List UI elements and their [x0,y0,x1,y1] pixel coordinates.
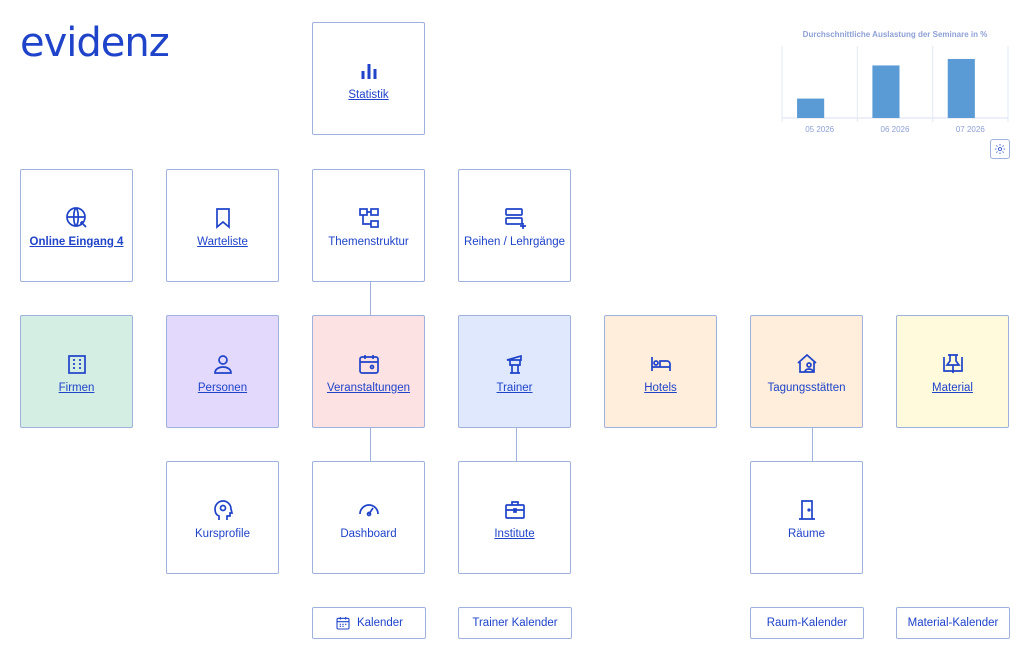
tile-material[interactable]: Material [896,315,1009,428]
chart-settings-button[interactable] [990,139,1010,159]
lectern-icon [503,352,527,376]
hierarchy-icon [357,206,381,230]
briefcase-icon [503,498,527,522]
tile-label: Dashboard [340,527,397,540]
pin-board-icon [941,352,965,376]
tile-label: Tagungsstätten [767,381,846,394]
tile-label: Räume [787,527,826,540]
tile-label: Material [932,381,973,394]
tile-raeume[interactable]: Räume [750,461,863,574]
connector-line [370,428,371,461]
tile-label: Trainer [496,381,533,394]
tile-reihen-lehrgaenge[interactable]: Reihen / Lehrgänge [458,169,571,282]
raum-kalender-label: Raum-Kalender [766,617,848,629]
connector-line [812,428,813,461]
chart-bar [872,65,900,118]
bed-icon [649,352,673,376]
raum-kalender-button[interactable]: Raum-Kalender [750,607,864,639]
tile-label: Warteliste [197,235,248,248]
evidenz-logo: evidenz [20,20,170,66]
house-person-icon [795,352,819,376]
head-profile-icon [211,498,235,522]
material-kalender-label: Material-Kalender [907,617,999,629]
trainer-kalender-label: Trainer Kalender [472,617,558,629]
door-icon [795,498,819,522]
tile-dashboard[interactable]: Dashboard [312,461,425,574]
tile-label: Reihen / Lehrgänge [463,235,566,248]
tile-warteliste[interactable]: Warteliste [166,169,279,282]
bookmark-icon [211,206,235,230]
tile-institute[interactable]: Institute [458,461,571,574]
tile-label: Firmen [58,381,95,394]
seminar-utilization-chart: Durchschnittliche Auslastung der Seminar… [780,26,1010,138]
connector-line [516,428,517,461]
gear-icon [995,144,1005,154]
tile-veranstaltungen[interactable]: Veranstaltungen [312,315,425,428]
tile-trainer[interactable]: Trainer [458,315,571,428]
tile-themenstruktur[interactable]: Themenstruktur [312,169,425,282]
chart-bar [947,58,975,118]
building-icon [65,352,89,376]
tile-statistik[interactable]: Statistik [312,22,425,135]
tile-label: Statistik [348,88,389,101]
chart-bar [797,98,825,118]
connector-line [370,282,371,315]
person-icon [211,352,235,376]
tile-label: Themenstruktur [328,235,409,248]
calendar-icon [357,352,381,376]
bar-chart-icon [357,59,381,83]
chart-tick-label: 05 2026 [805,125,834,134]
list-add-icon [503,206,527,230]
chart-title: Durchschnittliche Auslastung der Seminar… [802,30,988,39]
tile-label: Institute [494,527,535,540]
tile-online-eingang[interactable]: Online Eingang 4 [20,169,133,282]
chart-svg: 05 2026 06 2026 07 2026 [781,46,1009,134]
chart-tick-label: 06 2026 [881,125,910,134]
tile-hotels[interactable]: Hotels [604,315,717,428]
trainer-kalender-button[interactable]: Trainer Kalender [458,607,572,639]
tile-kursprofile[interactable]: Kursprofile [166,461,279,574]
tile-personen[interactable]: Personen [166,315,279,428]
tile-label: Hotels [644,381,677,394]
calendar-grid-icon [336,617,350,630]
chart-tick-label: 07 2026 [956,125,985,134]
tile-firmen[interactable]: Firmen [20,315,133,428]
material-kalender-button[interactable]: Material-Kalender [896,607,1010,639]
kalender-button[interactable]: Kalender [312,607,426,639]
tile-tagungsstaetten[interactable]: Tagungsstätten [750,315,863,428]
globe-icon [65,206,89,230]
tile-label: Personen [197,381,248,394]
tile-label: Veranstaltungen [326,381,411,394]
tile-label: Online Eingang 4 [29,235,124,248]
gauge-icon [357,498,381,522]
kalender-label: Kalender [356,617,404,629]
tile-label: Kursprofile [195,527,250,540]
